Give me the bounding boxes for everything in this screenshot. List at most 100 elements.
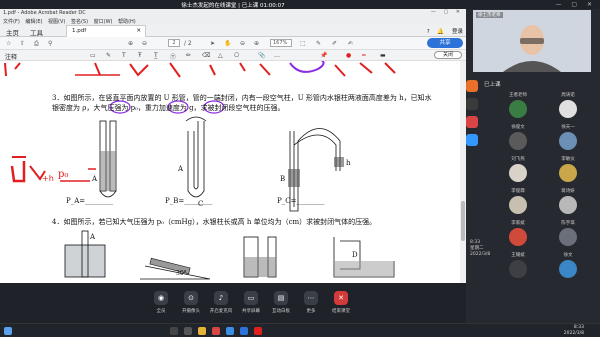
- app-icon-3[interactable]: [466, 116, 478, 128]
- pencil-icon[interactable]: ✏: [186, 52, 191, 59]
- student-tile[interactable]: 徐俊文: [494, 124, 542, 150]
- student-tile[interactable]: 陈宇琪: [544, 220, 592, 246]
- zoom-out-icon[interactable]: ⊖: [240, 40, 245, 47]
- end-class-button[interactable]: ✕ 结束课堂: [326, 291, 356, 314]
- student-avatar: [509, 164, 527, 182]
- student-tile[interactable]: 李家斌: [494, 220, 542, 246]
- zoom-level-select[interactable]: 167%: [270, 39, 292, 47]
- all-members-button[interactable]: ◉ 全员: [146, 291, 176, 314]
- taskbar-browser-icon[interactable]: [226, 327, 234, 335]
- search-icon[interactable]: ⚲: [48, 40, 52, 47]
- textbox-icon[interactable]: Ⓣ: [170, 52, 176, 61]
- taskbar-taskview-icon[interactable]: [184, 327, 192, 335]
- underline-icon[interactable]: T: [122, 52, 126, 59]
- page-up-icon[interactable]: ⊕: [128, 40, 133, 47]
- share-screen-button[interactable]: ▭ 共享屏幕: [236, 291, 266, 314]
- teacher-video[interactable]: 徐士杰老师: [473, 10, 591, 72]
- student-tile[interactable]: 徐文: [544, 252, 592, 278]
- student-tile[interactable]: 刘飞燕: [494, 156, 542, 182]
- student-tile[interactable]: 徐天一: [544, 124, 592, 150]
- line-weight-icon[interactable]: ═: [362, 52, 366, 59]
- more-icon[interactable]: …: [274, 52, 280, 59]
- svg-text:+h: +h: [42, 174, 54, 183]
- student-tile[interactable]: 李俊霖: [494, 188, 542, 214]
- app-icon-4[interactable]: [466, 134, 478, 146]
- pb-answer-line: P_B=________: [165, 197, 213, 205]
- text-icon[interactable]: T̲: [154, 52, 158, 59]
- student-tile[interactable]: 周涛诺: [544, 92, 592, 118]
- print-icon[interactable]: ⎙: [34, 40, 39, 48]
- question-3-text: 3．如图所示，在竖直平面内放置的 U 形管，管的一端封闭，内有一段空气柱，U 形…: [52, 94, 432, 112]
- bell-icon[interactable]: 🔔: [437, 29, 444, 35]
- app-icon-2[interactable]: [466, 98, 478, 110]
- page-number-input[interactable]: 2: [168, 39, 180, 47]
- taskbar-meeting-icon[interactable]: [240, 327, 248, 335]
- annotation-close-button[interactable]: 关闭: [434, 51, 462, 59]
- svg-text:B: B: [280, 175, 285, 183]
- more-icon: ⋯: [304, 291, 318, 305]
- zoom-in-icon[interactable]: ⊕: [254, 40, 259, 47]
- window-controls[interactable]: — ▢ ✕: [555, 1, 596, 8]
- tab-home[interactable]: 主页: [6, 27, 19, 37]
- student-tile[interactable]: 王者老师: [494, 92, 542, 118]
- page-total: / 2: [184, 40, 192, 47]
- svg-text:p₀: p₀: [58, 169, 68, 180]
- shapes-icon[interactable]: △: [218, 52, 223, 59]
- pin-icon[interactable]: 📌: [320, 52, 327, 59]
- app-icon-1[interactable]: [466, 80, 478, 92]
- student-avatar: [559, 196, 577, 214]
- note-icon[interactable]: ▭: [90, 52, 96, 59]
- acrobat-titlebar: 1.pdf - Adobe Acrobat Reader DC — ▢ ✕: [0, 9, 466, 17]
- share-button[interactable]: 共享: [427, 38, 463, 48]
- hand-tool-icon[interactable]: ✋: [224, 40, 231, 47]
- help-icon[interactable]: ?: [427, 29, 430, 35]
- taskbar-explorer-icon[interactable]: [198, 327, 206, 335]
- student-name: 徐天一: [561, 125, 575, 130]
- comment-icon[interactable]: ✎: [316, 40, 321, 47]
- camera-icon: ⊙: [184, 291, 198, 305]
- close-tab-icon[interactable]: ✕: [136, 28, 141, 34]
- whiteboard-button[interactable]: ▤ 互动白板: [266, 291, 296, 314]
- student-avatar: [509, 100, 527, 118]
- upload-icon[interactable]: ⇧: [20, 40, 25, 47]
- fit-page-icon[interactable]: ⬚: [300, 40, 306, 47]
- tab-tools[interactable]: 工具: [30, 27, 43, 37]
- microphone-button[interactable]: ♪ 开启麦克风: [206, 291, 236, 314]
- pdf-scroll-thumb[interactable]: [461, 201, 465, 241]
- student-tile[interactable]: 蒋诗妍: [544, 188, 592, 214]
- taskbar-clock[interactable]: 8:33 2022/3/8: [564, 325, 584, 337]
- acrobat-window-controls[interactable]: — ▢ ✕: [431, 9, 463, 15]
- student-name: 李敏仪: [561, 157, 575, 162]
- student-name: 陈宇琪: [561, 221, 575, 226]
- stamp-icon[interactable]: ⎔: [234, 52, 239, 59]
- student-tile[interactable]: 王耀斌: [494, 252, 542, 278]
- select-cursor-icon[interactable]: ➤: [210, 40, 215, 47]
- camera-button[interactable]: ⊙ 开摄像头: [176, 291, 206, 314]
- taskbar-app-icon[interactable]: [212, 327, 220, 335]
- student-name: 刘飞燕: [511, 157, 525, 162]
- highlight-icon[interactable]: ✎: [106, 52, 111, 59]
- color-dot-red[interactable]: ●: [346, 52, 351, 59]
- strike-icon[interactable]: Ŧ: [138, 52, 142, 59]
- sign-icon[interactable]: ✍: [348, 40, 353, 47]
- student-name: 周涛诺: [561, 93, 575, 98]
- pa-answer-line: P_A=________: [66, 197, 114, 205]
- save-icon[interactable]: ☆: [6, 40, 11, 47]
- people-icon: ◉: [154, 291, 168, 305]
- student-tile[interactable]: 李敏仪: [544, 156, 592, 182]
- whiteboard-icon: ▤: [274, 291, 288, 305]
- draw-icon[interactable]: ✐: [332, 40, 337, 47]
- login-link[interactable]: ? 🔔 登录: [427, 27, 463, 35]
- opacity-icon[interactable]: ▬: [380, 52, 386, 59]
- windows-start-icon[interactable]: [4, 327, 12, 335]
- eraser-icon[interactable]: ⌫: [202, 52, 210, 59]
- tab-document[interactable]: 1.pdf ✕: [66, 25, 146, 37]
- attach-icon[interactable]: 📎: [258, 52, 265, 59]
- svg-text:D: D: [352, 251, 358, 259]
- student-avatar: [509, 132, 527, 150]
- annotation-close-label: 关闭: [442, 52, 453, 58]
- more-button[interactable]: ⋯ 更多: [296, 291, 326, 314]
- page-down-icon[interactable]: ⊖: [142, 40, 147, 47]
- taskbar-search-icon[interactable]: [170, 327, 178, 335]
- taskbar-acrobat-icon[interactable]: [254, 327, 262, 335]
